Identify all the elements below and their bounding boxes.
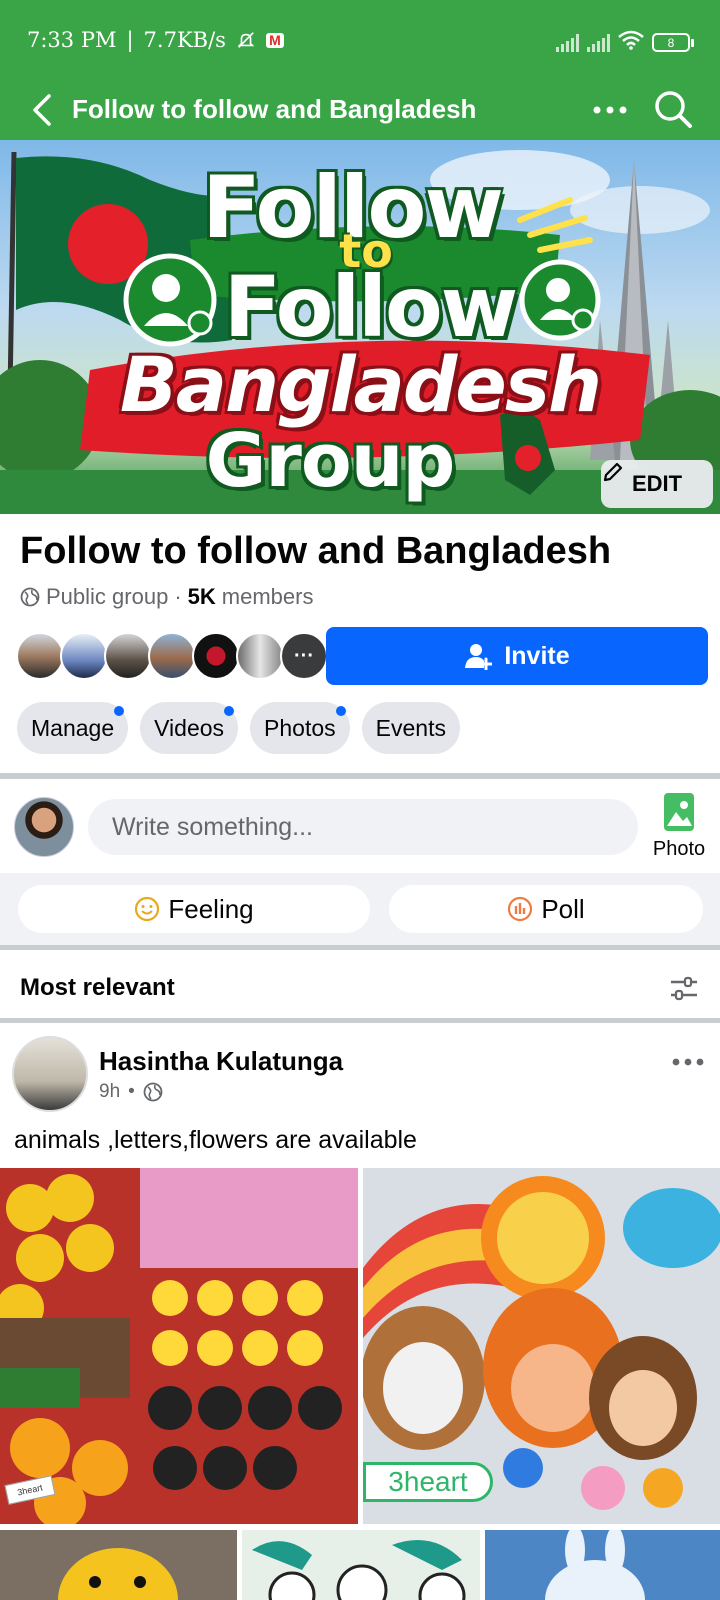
cover-line-bangladesh: Bangladesh bbox=[119, 340, 602, 429]
post-meta: 9h • bbox=[99, 1081, 163, 1103]
member-count: 5K bbox=[187, 584, 216, 609]
tab-manage[interactable]: Manage bbox=[17, 702, 129, 754]
member-avatars[interactable]: ··· bbox=[16, 632, 328, 682]
post-photo[interactable]: 3heart bbox=[0, 1168, 358, 1524]
photo-watermark: 3heart bbox=[363, 1462, 493, 1502]
notification-dot bbox=[335, 706, 346, 716]
add-person-icon bbox=[465, 644, 493, 670]
mute-icon bbox=[236, 30, 256, 50]
section-divider bbox=[0, 773, 720, 779]
post-options-button[interactable] bbox=[668, 1050, 708, 1074]
cover-photo[interactable]: Follow to Follow Bangladesh Group EDIT bbox=[0, 140, 720, 514]
sort-label[interactable]: Most relevant bbox=[20, 974, 175, 1002]
filter-icon bbox=[671, 976, 697, 1001]
member-avatar bbox=[16, 632, 64, 680]
gmail-icon: M bbox=[265, 32, 284, 48]
back-button[interactable] bbox=[22, 90, 62, 130]
meta-separator: · bbox=[174, 584, 182, 609]
composer-actions: Feeling Poll bbox=[0, 873, 720, 945]
photo-label: Photo bbox=[652, 838, 706, 860]
photo-artwork bbox=[0, 1168, 358, 1524]
status-left: 7:33 PM | 7.7KB/s M bbox=[27, 28, 284, 52]
member-avatar bbox=[236, 632, 284, 680]
post-photo[interactable] bbox=[485, 1530, 720, 1600]
member-avatar bbox=[148, 632, 196, 680]
tab-label: Videos bbox=[154, 714, 225, 741]
status-right: 8 bbox=[556, 30, 694, 55]
battery-icon: 8 bbox=[652, 33, 694, 52]
group-name[interactable]: Follow to follow and Bangladesh bbox=[20, 530, 611, 573]
tab-label: Photos bbox=[264, 714, 336, 741]
feeling-button[interactable]: Feeling bbox=[18, 885, 370, 933]
signal-icon bbox=[556, 33, 579, 52]
status-bar: 7:33 PM | 7.7KB/s M 8 bbox=[0, 0, 720, 84]
post-author-avatar[interactable] bbox=[12, 1036, 88, 1112]
feeling-label: Feeling bbox=[168, 893, 254, 924]
search-button[interactable] bbox=[650, 86, 696, 132]
members-label[interactable]: members bbox=[222, 584, 314, 610]
smiley-icon bbox=[135, 896, 160, 922]
invite-label: Invite bbox=[504, 641, 570, 670]
wifi-icon bbox=[618, 30, 644, 55]
feed-sort-row: Most relevant bbox=[0, 950, 720, 1018]
photo-artwork bbox=[242, 1530, 480, 1600]
group-meta: Public group · 5K members bbox=[20, 584, 313, 610]
header-title: Follow to follow and Bangladesh bbox=[72, 94, 477, 124]
photo-artwork bbox=[485, 1530, 720, 1600]
user-avatar[interactable] bbox=[14, 797, 74, 857]
post-meta-dot: • bbox=[128, 1081, 135, 1102]
add-photo-button[interactable]: Photo bbox=[648, 792, 710, 862]
post-text: animals ,letters,flowers are available bbox=[14, 1126, 417, 1154]
photo-artwork bbox=[0, 1530, 237, 1600]
tab-videos[interactable]: Videos bbox=[140, 702, 239, 754]
poll-label: Poll bbox=[541, 893, 585, 924]
section-divider bbox=[0, 1018, 720, 1023]
tab-label: Manage bbox=[31, 714, 115, 741]
pencil-icon bbox=[603, 462, 623, 482]
signal-icon bbox=[587, 33, 610, 52]
notification-dot bbox=[224, 706, 235, 716]
tab-photos[interactable]: Photos bbox=[250, 702, 350, 754]
group-tabs: Manage Videos Photos Events bbox=[17, 702, 460, 754]
invite-button[interactable]: Invite bbox=[326, 627, 708, 685]
poll-icon bbox=[508, 896, 533, 922]
more-icon bbox=[672, 1058, 704, 1066]
post-time[interactable]: 9h bbox=[99, 1081, 120, 1103]
tab-label: Events bbox=[375, 714, 446, 741]
edit-cover-button[interactable]: EDIT bbox=[601, 460, 713, 508]
poll-button[interactable]: Poll bbox=[389, 885, 703, 933]
status-separator: | bbox=[126, 28, 134, 52]
post-photo[interactable]: 3heart bbox=[363, 1168, 720, 1524]
status-time: 7:33 PM bbox=[27, 28, 117, 52]
top-app-bar: Follow to follow and Bangladesh bbox=[0, 84, 720, 140]
member-avatar bbox=[192, 632, 240, 680]
tab-events[interactable]: Events bbox=[361, 702, 460, 754]
group-privacy: Public group bbox=[46, 584, 169, 609]
post-photo[interactable] bbox=[0, 1530, 237, 1600]
member-avatar bbox=[60, 632, 108, 680]
filter-button[interactable] bbox=[668, 976, 700, 1002]
photo-icon bbox=[664, 793, 694, 831]
more-icon bbox=[593, 106, 627, 114]
back-arrow-icon bbox=[33, 94, 51, 126]
post-photo[interactable] bbox=[242, 1530, 480, 1600]
more-members-avatar[interactable]: ··· bbox=[280, 632, 328, 680]
globe-icon bbox=[20, 587, 40, 607]
search-icon bbox=[655, 91, 692, 128]
network-speed: 7.7KB/s bbox=[143, 28, 226, 52]
more-options-button[interactable] bbox=[588, 90, 632, 130]
edit-label: EDIT bbox=[631, 471, 683, 496]
member-avatar bbox=[104, 632, 152, 680]
cover-line-group: Group bbox=[205, 418, 456, 504]
write-post-input[interactable]: Write something... bbox=[88, 799, 638, 855]
battery-level: 8 bbox=[667, 35, 675, 50]
notification-dot bbox=[114, 706, 125, 716]
post-author[interactable]: Hasintha Kulatunga bbox=[99, 1046, 343, 1077]
globe-icon bbox=[143, 1082, 163, 1102]
